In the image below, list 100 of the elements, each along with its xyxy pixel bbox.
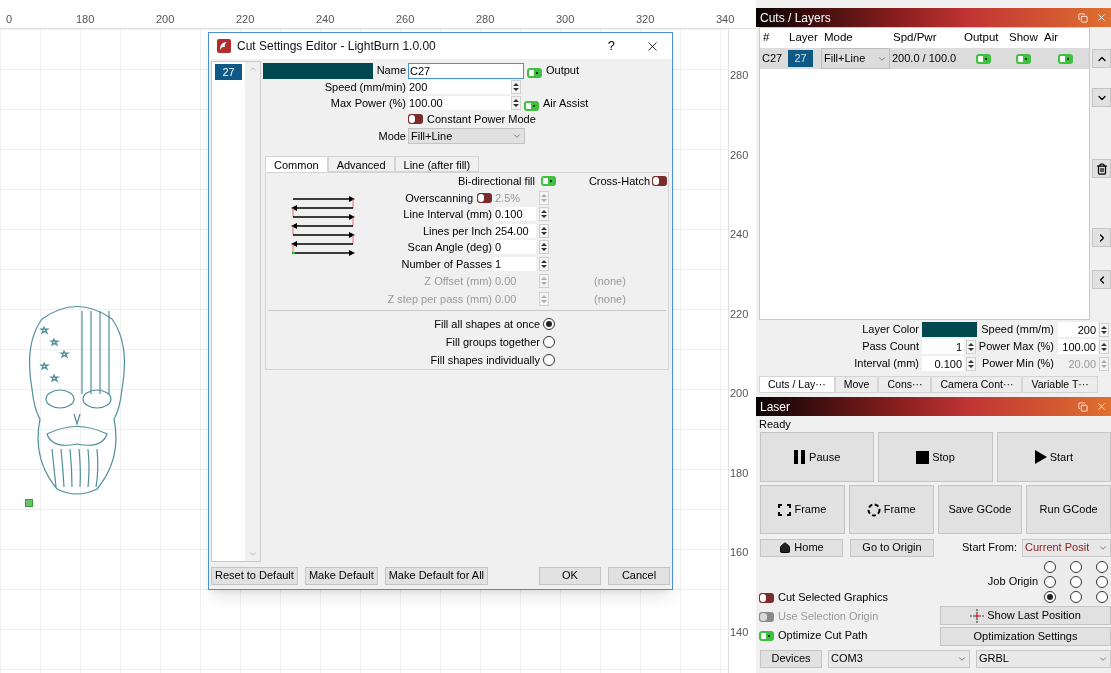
number-field[interactable]: 100.00: [408, 96, 511, 110]
number-field[interactable]: 0: [494, 240, 536, 255]
spinner-arrows-icon[interactable]: [966, 356, 976, 371]
toggle-switch[interactable]: [408, 114, 423, 124]
ruler-label: 260: [730, 147, 749, 163]
radio-button[interactable]: [543, 336, 555, 348]
frame-circle-icon: [866, 502, 881, 517]
arrow-left-button[interactable]: [1092, 270, 1111, 289]
origin-radio[interactable]: [1070, 575, 1082, 588]
cancel-button[interactable]: Cancel: [608, 566, 670, 585]
laser-control-button[interactable]: Frame: [848, 485, 934, 534]
spinner-arrows-icon[interactable]: [539, 223, 549, 238]
ruler-label: 280: [476, 12, 495, 27]
laser-control-button[interactable]: Pause: [760, 432, 875, 482]
mode-dropdown[interactable]: Fill+Line: [408, 128, 525, 144]
spinner-arrows-icon[interactable]: [539, 240, 549, 255]
layer-color-swatch[interactable]: [922, 322, 977, 337]
laser-control-button[interactable]: Frame: [760, 485, 845, 534]
dialog-button[interactable]: Make Default: [304, 566, 378, 585]
toggle-switch[interactable]: [976, 53, 991, 64]
origin-radio[interactable]: [1044, 575, 1056, 588]
dialog-button[interactable]: Reset to Default: [211, 566, 298, 585]
ruler-label: 320: [636, 12, 655, 27]
number-field[interactable]: 1: [494, 256, 536, 271]
home-button[interactable]: Home: [760, 538, 843, 557]
tab[interactable]: Cuts / Lay···: [759, 376, 835, 393]
tab[interactable]: Common: [265, 156, 328, 172]
stop-icon: [916, 450, 930, 464]
spinner-arrows-icon[interactable]: [539, 207, 549, 222]
devices-button[interactable]: Devices: [760, 649, 822, 668]
show-last-position-button[interactable]: Show Last Position: [940, 606, 1111, 625]
layer-color-swatch[interactable]: [263, 62, 373, 79]
toggle-switch[interactable]: [1016, 53, 1031, 64]
tab[interactable]: Camera Cont···: [931, 376, 1023, 393]
toggle-switch[interactable]: [524, 100, 539, 111]
toggle-switch[interactable]: [652, 176, 667, 187]
crosshair-icon: [970, 608, 985, 623]
optimization-settings-button[interactable]: Optimization Settings: [940, 627, 1111, 646]
toggle-switch[interactable]: [541, 176, 556, 187]
field-label: Layer Color: [861, 322, 920, 338]
origin-radio[interactable]: [1070, 590, 1082, 603]
field-label: Interval (mm): [853, 356, 920, 372]
number-field[interactable]: 0.100: [922, 356, 964, 371]
toggle-switch[interactable]: [1057, 53, 1073, 64]
float-icon[interactable]: [1078, 12, 1088, 23]
toggle-switch[interactable]: [759, 630, 774, 641]
number-field[interactable]: 100.00: [1058, 339, 1098, 354]
spinner-arrows-icon[interactable]: [966, 339, 976, 354]
spinner-arrows-icon[interactable]: [511, 80, 521, 94]
number-field[interactable]: 254.00: [494, 223, 536, 238]
spinner-arrows-icon[interactable]: [1099, 339, 1109, 354]
port-dropdown[interactable]: COM3: [828, 649, 970, 668]
dialog-button[interactable]: Make Default for All: [384, 566, 489, 585]
move-up-button[interactable]: [1092, 49, 1111, 68]
number-field[interactable]: 200: [408, 80, 511, 94]
laser-control-button[interactable]: Stop: [878, 432, 993, 482]
field-label: Mode: [377, 128, 407, 144]
controller-dropdown[interactable]: GRBL: [976, 649, 1111, 668]
radio-button[interactable]: [543, 354, 555, 366]
number-field[interactable]: 0.100: [494, 207, 536, 222]
tab[interactable]: Line (after fill): [394, 156, 480, 172]
origin-radio[interactable]: [1096, 575, 1108, 588]
field-label: Power Max (%): [977, 339, 1055, 355]
spinner-arrows-icon[interactable]: [539, 256, 549, 271]
tab[interactable]: Cons···: [878, 376, 932, 393]
toggle-label: Optimize Cut Path: [778, 628, 868, 644]
spinner-arrows-icon[interactable]: [1099, 322, 1109, 337]
origin-radio[interactable]: [1070, 560, 1082, 573]
spinner-arrows-icon[interactable]: [511, 96, 521, 110]
origin-radio[interactable]: [1096, 560, 1108, 573]
ruler-label: 280: [730, 68, 749, 83]
move-down-button[interactable]: [1092, 88, 1111, 107]
radio-button[interactable]: [543, 318, 555, 330]
toggle-label: Bi-directional fill: [457, 174, 535, 189]
layer-swatch[interactable]: 27: [788, 50, 813, 67]
start-from-dropdown[interactable]: Current Posit: [1022, 538, 1111, 557]
toggle-switch[interactable]: [527, 68, 542, 79]
tab[interactable]: Advanced: [327, 156, 395, 172]
radio-label: Fill shapes individually: [429, 352, 541, 368]
ok-button[interactable]: OK: [539, 566, 601, 585]
toggle-switch[interactable]: [759, 592, 774, 603]
origin-radio[interactable]: [1044, 590, 1056, 603]
origin-radio[interactable]: [1044, 560, 1056, 573]
app-logo-icon: [217, 39, 231, 53]
mode-dropdown[interactable]: Fill+Line: [821, 48, 890, 69]
number-field[interactable]: 200: [1058, 322, 1098, 337]
laser-control-button[interactable]: Run GCode: [1026, 485, 1111, 534]
help-button[interactable]: ?: [607, 36, 615, 56]
go-to-origin-button[interactable]: Go to Origin: [850, 538, 934, 557]
layer-item[interactable]: 27: [215, 64, 242, 80]
tab[interactable]: Variable T···: [1022, 376, 1098, 393]
name-field[interactable]: C27: [408, 62, 524, 79]
number-field[interactable]: 1: [922, 339, 964, 354]
laser-control-button[interactable]: Start: [996, 432, 1111, 482]
trash-button[interactable]: [1092, 159, 1111, 178]
laser-control-button[interactable]: Save GCode: [937, 485, 1023, 534]
tab[interactable]: Move: [834, 376, 879, 393]
arrow-right-button[interactable]: [1092, 228, 1111, 247]
float-icon[interactable]: [1078, 401, 1088, 412]
origin-radio[interactable]: [1096, 590, 1108, 603]
